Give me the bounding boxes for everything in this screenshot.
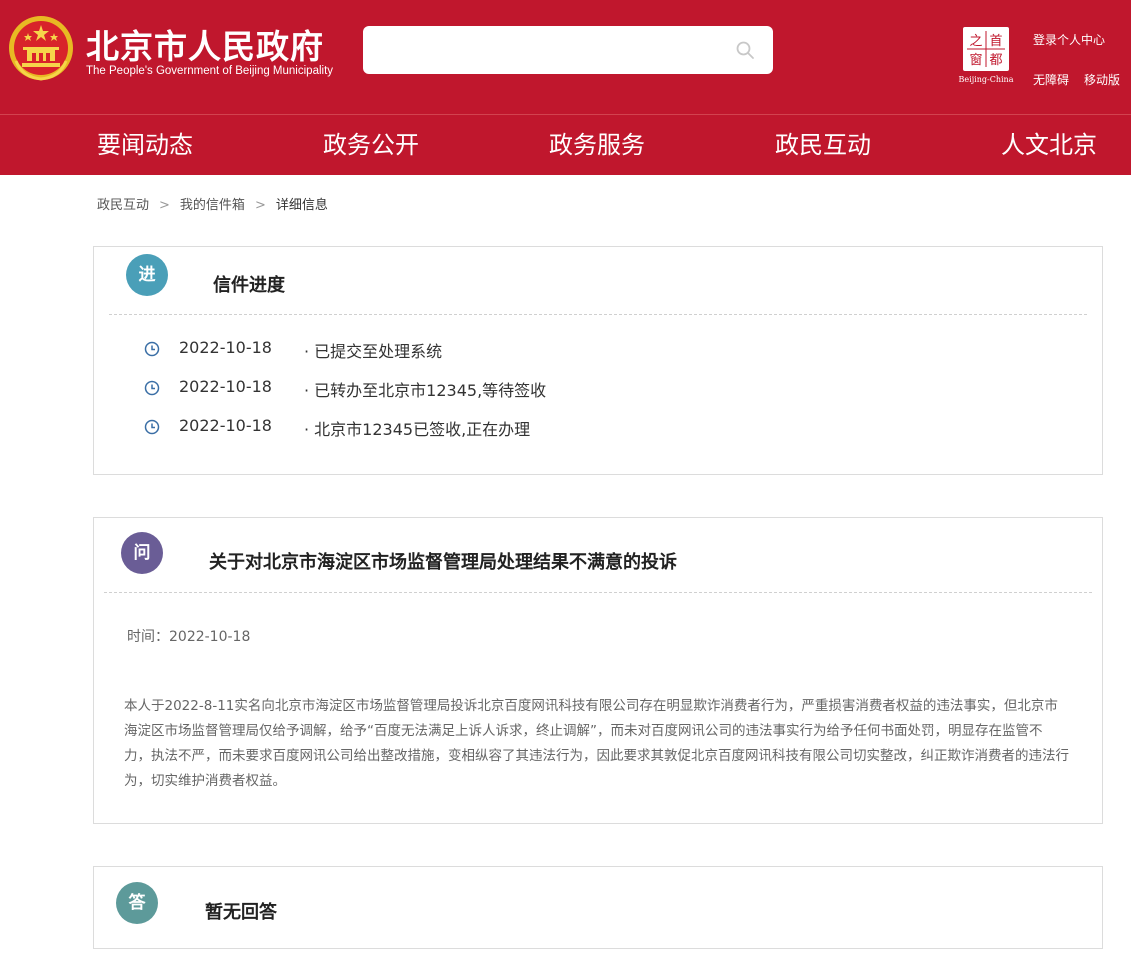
progress-status: · 已提交至处理系统 <box>304 342 443 361</box>
nav-item-culture[interactable]: 人文北京 <box>1001 130 1097 160</box>
main-nav: 要闻动态 政务公开 政务服务 政民互动 人文北京 <box>0 114 1131 175</box>
progress-title: 信件进度 <box>213 275 285 296</box>
progress-date: 2022-10-18 <box>179 416 272 435</box>
nav-item-services[interactable]: 政务服务 <box>549 130 645 160</box>
progress-panel: 进 信件进度 2022-10-18 · 已提交至处理系统 2022-10-18 … <box>93 246 1103 475</box>
question-badge: 问 <box>121 532 163 574</box>
logo-char-1: 之 <box>969 34 982 49</box>
progress-row: 2022-10-18 · 已提交至处理系统 <box>144 338 744 362</box>
search-icon[interactable] <box>735 40 755 60</box>
nav-item-news[interactable]: 要闻动态 <box>97 130 193 160</box>
capital-logo-label: Beijing-China <box>958 75 1014 84</box>
nav-item-gov-affairs[interactable]: 政务公开 <box>323 130 419 160</box>
answer-badge: 答 <box>116 882 158 924</box>
progress-status: · 北京市12345已签收,正在办理 <box>304 420 531 439</box>
divider <box>109 314 1087 315</box>
accessibility-link[interactable]: 无障碍 <box>1033 71 1069 88</box>
breadcrumb-item-mailbox[interactable]: 我的信件箱 <box>180 198 245 213</box>
search-input[interactable] <box>363 26 773 74</box>
nav-item-interaction[interactable]: 政民互动 <box>775 130 871 160</box>
clock-icon <box>144 380 160 396</box>
answer-title: 暂无回答 <box>205 902 277 923</box>
answer-panel: 答 暂无回答 <box>93 866 1103 949</box>
national-emblem-icon[interactable] <box>8 13 74 83</box>
progress-badge: 进 <box>126 254 168 296</box>
clock-icon <box>144 341 160 357</box>
question-title: 关于对北京市海淀区市场监督管理局处理结果不满意的投诉 <box>209 552 677 573</box>
progress-status: · 已转办至北京市12345,等待签收 <box>304 381 547 400</box>
breadcrumb-separator: > <box>254 198 266 213</box>
login-link[interactable]: 登录个人中心 <box>1033 31 1105 48</box>
breadcrumb-item-interaction[interactable]: 政民互动 <box>97 198 149 213</box>
clock-icon <box>144 419 160 435</box>
breadcrumb-separator: > <box>159 198 170 213</box>
logo-char-3: 窗 <box>969 52 982 68</box>
breadcrumb-item-current: 详细信息 <box>275 198 328 213</box>
site-title[interactable]: 北京市人民政府 <box>86 20 324 68</box>
progress-date: 2022-10-18 <box>179 338 272 357</box>
capital-logo-box: 之 首 窗 都 <box>963 27 1009 71</box>
question-panel: 问 关于对北京市海淀区市场监督管理局处理结果不满意的投诉 时间：2022-10-… <box>93 517 1103 824</box>
question-time: 时间：2022-10-18 <box>127 629 251 645</box>
progress-row: 2022-10-18 · 北京市12345已签收,正在办理 <box>144 416 744 440</box>
site-subtitle: The People's Government of Beijing Munic… <box>86 65 334 77</box>
logo-char-2: 首 <box>989 34 1002 49</box>
breadcrumb: 政民互动 > 我的信件箱 > 详细信息 <box>97 194 328 213</box>
logo-char-4: 都 <box>989 53 1002 68</box>
divider <box>104 592 1092 593</box>
progress-row: 2022-10-18 · 已转办至北京市12345,等待签收 <box>144 377 744 401</box>
progress-date: 2022-10-18 <box>179 377 272 396</box>
question-body: 本人于2022-8-11实名向北京市海淀区市场监督管理局投诉北京百度网讯科技有限… <box>124 698 1069 789</box>
site-header: 北京市人民政府 The People's Government of Beiji… <box>0 0 1131 114</box>
capital-window-logo[interactable]: 之 首 窗 都 Beijing-China <box>958 27 1014 85</box>
mobile-version-link[interactable]: 移动版 <box>1084 71 1120 88</box>
